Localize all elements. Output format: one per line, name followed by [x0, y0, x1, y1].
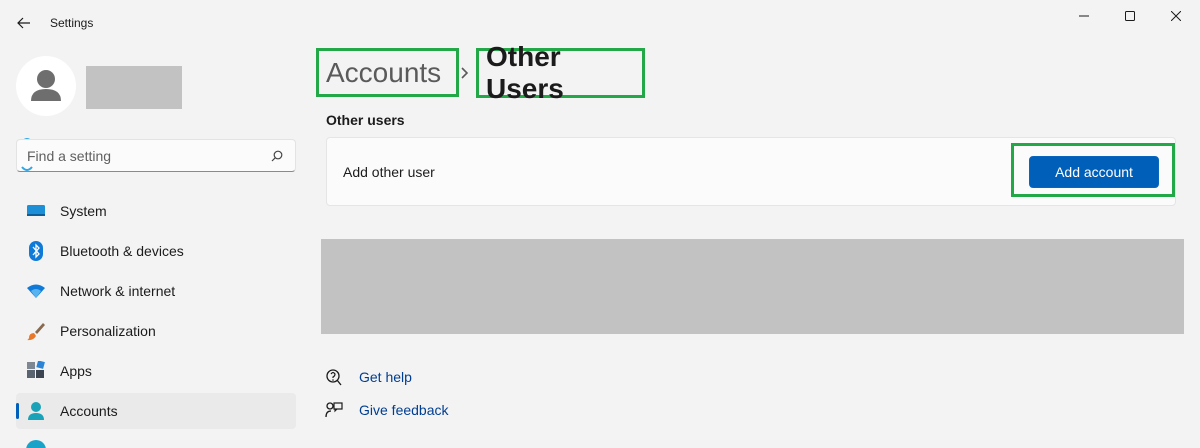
sidebar-item-label: Accounts	[60, 403, 118, 419]
sidebar-item-label: Apps	[60, 363, 92, 379]
breadcrumb-parent-label: Accounts	[326, 56, 442, 88]
give-feedback-label: Give feedback	[359, 402, 449, 418]
sidebar-item-label: Personalization	[60, 323, 156, 339]
search-box[interactable]	[16, 139, 296, 172]
help-chat-icon	[324, 367, 344, 387]
system-icon	[26, 201, 46, 221]
avatar[interactable]	[16, 56, 76, 116]
give-feedback-link[interactable]: Give feedback	[324, 400, 449, 420]
breadcrumb-accounts[interactable]: Accounts	[316, 48, 459, 97]
bluetooth-icon	[26, 241, 46, 261]
feedback-icon	[324, 400, 344, 420]
redacted-content	[321, 239, 1184, 334]
apps-icon	[26, 361, 46, 381]
section-title: Other users	[326, 112, 405, 128]
close-icon	[1171, 11, 1181, 21]
sidebar-item-label: Bluetooth & devices	[60, 243, 184, 259]
arrow-left-icon	[17, 17, 30, 29]
app-title: Settings	[50, 16, 94, 30]
search-input[interactable]	[27, 147, 269, 164]
chevron-right-icon	[458, 64, 472, 82]
time-language-icon	[26, 440, 46, 448]
card-label: Add other user	[343, 164, 435, 180]
user-avatar-icon	[31, 70, 61, 101]
maximize-button[interactable]	[1107, 0, 1153, 32]
maximize-icon	[1125, 11, 1135, 21]
sidebar-item-accounts[interactable]: Accounts	[16, 393, 296, 429]
search-icon[interactable]	[269, 148, 285, 164]
person-icon	[26, 401, 46, 421]
back-button[interactable]	[10, 9, 38, 37]
wifi-icon	[26, 281, 46, 301]
get-help-label: Get help	[359, 369, 412, 385]
sidebar-item-label: System	[60, 203, 107, 219]
sidebar-nav: System Bluetooth & devices Network & int…	[16, 193, 296, 433]
sidebar-item-personalization[interactable]: Personalization	[16, 313, 296, 349]
minimize-button[interactable]	[1061, 0, 1107, 32]
minimize-icon	[1079, 15, 1089, 17]
sidebar-item-label: Network & internet	[60, 283, 176, 299]
sidebar-item-system[interactable]: System	[16, 193, 296, 229]
breadcrumb-current-label: Other Users	[486, 41, 564, 104]
close-button[interactable]	[1153, 0, 1199, 32]
get-help-link[interactable]: Get help	[324, 367, 412, 387]
sidebar-item-network[interactable]: Network & internet	[16, 273, 296, 309]
sidebar-item-bluetooth[interactable]: Bluetooth & devices	[16, 233, 296, 269]
page-title: Other Users	[476, 41, 645, 104]
sidebar-item-apps[interactable]: Apps	[16, 353, 296, 389]
sparkle-icon	[21, 166, 33, 171]
user-name-redacted	[86, 66, 182, 109]
paintbrush-icon	[26, 321, 46, 341]
add-account-button[interactable]: Add account	[1029, 156, 1159, 188]
title-bar: Settings	[0, 0, 1200, 46]
